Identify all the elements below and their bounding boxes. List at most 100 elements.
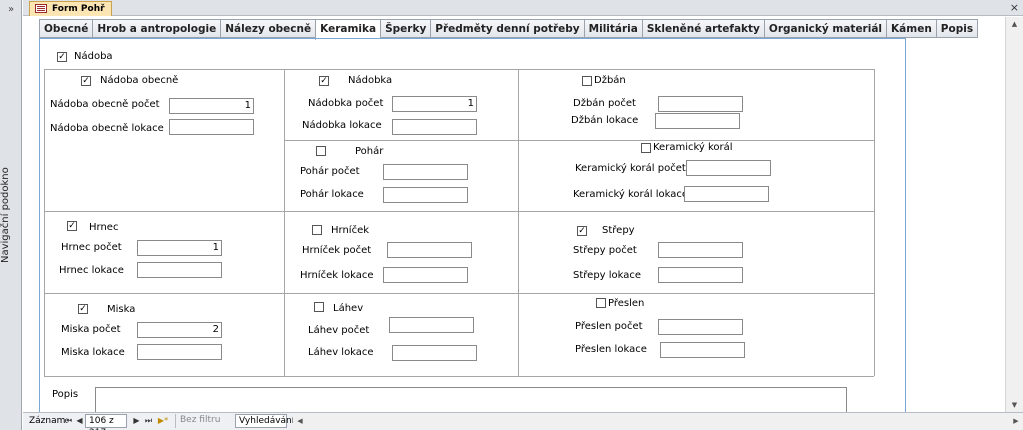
grid-line (44, 211, 874, 212)
filter-toggle[interactable]: Bez filtru (175, 414, 233, 428)
nadoba-obecne-lokace-input[interactable] (169, 119, 254, 135)
tab-predmety-denni-potreby[interactable]: Předměty denní potřeby (430, 19, 584, 38)
nadobka-pocet-input[interactable]: 1 (392, 96, 477, 112)
dzban-checkbox[interactable] (582, 76, 592, 86)
keramicky-koral-label: Keramický korál (653, 142, 733, 153)
form-icon (35, 4, 47, 13)
nadobka-lokace-input[interactable] (392, 119, 477, 135)
preslen-lokace-input[interactable] (660, 342, 745, 358)
miska-lokace-input[interactable] (137, 344, 222, 360)
strepy-label: Střepy (602, 225, 635, 236)
scroll-down-icon[interactable]: ▼ (1006, 398, 1023, 412)
previous-record-icon[interactable]: ◀ (75, 416, 84, 426)
keramicky-koral-pocet-input[interactable] (686, 160, 771, 176)
miska-pocet-label: Miska počet (61, 324, 121, 335)
miska-checkbox[interactable]: ✓ (78, 304, 88, 314)
hrnec-lokace-input[interactable] (137, 262, 222, 278)
tab-kamen[interactable]: Kámen (886, 19, 936, 38)
keramicky-koral-lokace-input[interactable] (684, 186, 769, 202)
horizontal-scrollbar[interactable]: ◀ ▶ (293, 415, 1023, 428)
strepy-lokace-label: Střepy lokace (573, 270, 642, 281)
vertical-scrollbar[interactable]: ▲ ▼ (1005, 17, 1023, 412)
grid-line (44, 376, 874, 377)
nadobka-label: Nádobka (348, 75, 393, 86)
preslen-lokace-label: Přeslen lokace (575, 344, 647, 355)
preslen-checkbox[interactable] (596, 298, 606, 308)
tab-militaria[interactable]: Militária (583, 19, 642, 38)
pohar-checkbox[interactable] (316, 146, 326, 156)
popis-textarea[interactable] (95, 387, 847, 412)
keramicky-koral-checkbox[interactable] (641, 143, 651, 153)
hrnicek-pocet-input[interactable] (387, 242, 472, 258)
record-number-input[interactable]: 106 z 217 (85, 414, 127, 430)
nadoba-checkbox[interactable]: ✓ (57, 52, 67, 62)
document-window: Form Pohř × Obecné Hrob a antropologie N… (23, 0, 1023, 430)
tab-obecne[interactable]: Obecné (39, 19, 93, 38)
nav-expand-icon[interactable]: » (2, 2, 20, 18)
tab-popis[interactable]: Popis (935, 19, 979, 38)
tab-sklenene-artefakty[interactable]: Skleněné artefakty (641, 19, 764, 38)
document-tab-bar: Form Pohř × (23, 0, 1023, 16)
nadoba-obecne-checkbox[interactable]: ✓ (81, 76, 91, 86)
nadoba-obecne-pocet-input[interactable]: 1 (169, 98, 254, 114)
strepy-checkbox[interactable]: ✓ (577, 226, 587, 236)
search-input[interactable]: Vyhledávání (235, 414, 294, 428)
lahev-lokace-label: Láhev lokace (308, 347, 374, 358)
dzban-lokace-input[interactable] (655, 113, 740, 129)
next-record-icon[interactable]: ▶ (132, 416, 141, 426)
navigation-pane[interactable]: » Navigační podokno (0, 0, 22, 430)
hrnicek-pocet-label: Hrníček počet (302, 245, 372, 256)
grid-line (44, 293, 874, 294)
preslen-label: Přeslen (608, 298, 645, 309)
dzban-pocet-label: Džbán počet (573, 98, 636, 109)
hrnec-pocet-input[interactable]: 1 (137, 240, 222, 256)
keramicky-koral-pocet-label: Keramický korál počet (575, 163, 686, 174)
tab-sperky[interactable]: Šperky (380, 19, 431, 38)
first-record-icon[interactable]: ⏮ (64, 416, 73, 426)
pohar-pocet-input[interactable] (383, 164, 468, 180)
tab-nalezy-obecne[interactable]: Nálezy obecně (220, 19, 316, 38)
pohar-pocet-label: Pohár počet (300, 166, 360, 177)
new-record-icon[interactable]: ▶* (156, 416, 170, 426)
lahev-lokace-input[interactable] (392, 345, 477, 361)
miska-pocet-input[interactable]: 2 (137, 322, 222, 338)
scroll-left-icon[interactable]: ◀ (293, 415, 307, 428)
hrnec-checkbox[interactable]: ✓ (67, 221, 77, 231)
strepy-lokace-input[interactable] (658, 267, 743, 283)
hrnicek-lokace-input[interactable] (383, 267, 468, 283)
document-tab[interactable]: Form Pohř (29, 1, 112, 16)
record-navigation-bar: Záznam: ⏮ ◀ 106 z 217 ▶ ⏭ ▶* Bez filtru … (23, 412, 1023, 430)
lahev-label: Láhev (333, 303, 364, 314)
nadobka-checkbox[interactable]: ✓ (319, 76, 329, 86)
pohar-lokace-input[interactable] (383, 187, 468, 203)
dzban-lokace-label: Džbán lokace (571, 115, 639, 126)
tab-hrob-a-antropologie[interactable]: Hrob a antropologie (92, 19, 221, 38)
last-record-icon[interactable]: ⏭ (144, 416, 153, 426)
grid-line (44, 69, 45, 376)
grid-line (284, 69, 285, 376)
tab-page-keramika: ✓ Nádoba ✓ Nádoba obecně Nádoba obecně p… (39, 38, 906, 412)
strepy-pocet-label: Střepy počet (573, 245, 637, 256)
dzban-label: Džbán (594, 75, 626, 86)
hrnec-label: Hrnec (89, 222, 119, 233)
scroll-right-icon[interactable]: ▶ (1009, 415, 1023, 428)
preslen-pocet-input[interactable] (658, 319, 743, 335)
preslen-pocet-label: Přeslen počet (575, 321, 643, 332)
tab-organicky-material[interactable]: Organický materiál (763, 19, 887, 38)
pohar-label: Pohár (355, 146, 384, 157)
keramicky-koral-lokace-label: Keramický korál lokace (573, 189, 689, 200)
nadobka-pocet-label: Nádobka počet (308, 98, 384, 109)
grid-line (518, 69, 519, 376)
strepy-pocet-input[interactable] (658, 242, 743, 258)
dzban-pocet-input[interactable] (658, 96, 743, 112)
nadoba-obecne-pocet-label: Nádoba obecně počet (50, 99, 160, 110)
lahev-checkbox[interactable] (314, 302, 324, 312)
scroll-up-icon[interactable]: ▲ (1006, 17, 1023, 31)
navigation-pane-label[interactable]: Navigační podokno (0, 140, 22, 290)
document-tab-title: Form Pohř (52, 4, 105, 14)
grid-line (44, 69, 874, 70)
lahev-pocet-input[interactable] (389, 317, 474, 333)
hrnicek-checkbox[interactable] (312, 225, 322, 235)
tab-keramika[interactable]: Keramika (315, 19, 381, 40)
close-icon[interactable]: × (1010, 1, 1019, 14)
